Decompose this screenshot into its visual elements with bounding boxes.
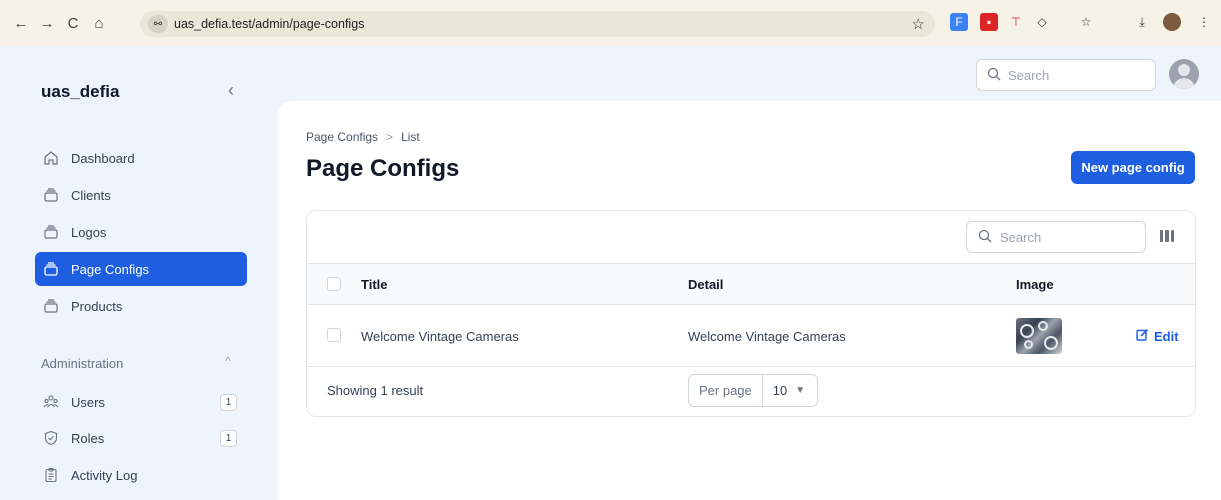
sidebar-item-label: Page Configs [71,261,150,277]
stack-icon [41,185,61,205]
search-icon [978,229,992,246]
profile-icon[interactable] [1163,13,1181,31]
sidebar-group-administration[interactable]: Administration [41,356,123,371]
browser-toolbar: ← → C ⌂ ⚯ uas_defia.test/admin/page-conf… [0,0,1221,46]
users-icon [41,392,61,412]
home-icon[interactable]: ⌂ [88,12,110,34]
clipboard-icon [41,465,61,485]
avatar-head [1178,64,1190,76]
extensions-puzzle-icon[interactable]: ◇ [1033,13,1051,31]
home-icon [41,148,61,168]
table-search-input[interactable]: Search [966,221,1146,253]
sidebar-item-label: Users [71,394,105,410]
sidebar-item-products[interactable]: Products [35,289,247,323]
table-row[interactable]: Welcome Vintage Cameras Welcome Vintage … [307,305,1195,367]
browser-nav: ← → C ⌂ [0,12,110,34]
chevron-up-icon[interactable]: ^ [225,354,231,368]
bookmark-star-icon[interactable]: ☆ [912,15,925,33]
shield-check-icon [41,428,61,448]
extension-pin-icon[interactable]: ⊤ [1007,13,1025,31]
back-icon[interactable]: ← [10,12,32,34]
forward-icon[interactable]: → [36,12,58,34]
sidebar-item-label: Dashboard [71,150,135,166]
menu-icon[interactable]: ⋮ [1195,13,1213,31]
sidebar-item-logos[interactable]: Logos [35,215,247,249]
count-badge: 1 [220,394,237,411]
sidebar-item-label: Activity Log [71,467,138,483]
column-header-title[interactable]: Title [361,277,388,292]
collapse-sidebar-icon[interactable]: ‹ [228,80,234,101]
extension-icon[interactable]: ▪ [980,13,998,31]
stack-icon [41,222,61,242]
sidebar-item-label: Logos [71,224,107,240]
reload-icon[interactable]: C [62,12,84,34]
edit-icon [1136,328,1149,344]
sidebar-item-activity-log[interactable]: Activity Log [35,458,247,492]
url-text[interactable]: uas_defia.test/admin/page-configs [174,17,364,31]
column-header-image[interactable]: Image [1016,277,1054,292]
row-checkbox[interactable] [327,328,341,342]
breadcrumb-page-configs[interactable]: Page Configs [306,130,378,144]
table-header: Title Detail Image [307,263,1195,305]
sidebar-item-label: Clients [71,187,111,203]
sidebar-item-users[interactable]: Users [35,385,247,419]
sidebar-item-label: Products [71,298,123,314]
per-page-label: Per page [689,375,763,406]
breadcrumb: Page Configs > List [306,130,420,144]
edit-label: Edit [1154,328,1179,344]
cameras-thumbnail [1016,318,1062,354]
sidebar-item-clients[interactable]: Clients [35,178,247,212]
edit-button[interactable]: Edit [1136,328,1179,344]
sidebar: uas_defia ‹ Dashboard Clients Logos Page… [0,46,278,500]
extension-icon[interactable]: F [950,13,968,31]
page-title: Page Configs [306,155,460,182]
new-page-config-button[interactable]: New page config [1071,151,1195,184]
search-placeholder: Search [1008,67,1050,83]
per-page-select[interactable]: Per page 10 ▼ [688,374,818,407]
breadcrumb-separator: > [386,130,394,144]
column-header-detail[interactable]: Detail [688,277,723,292]
brand-name[interactable]: uas_defia [41,82,119,102]
sidebar-item-roles[interactable]: Roles [35,421,247,455]
sidebar-item-dashboard[interactable]: Dashboard [35,141,247,175]
sidebar-item-label: Roles [71,430,105,446]
stack-icon [41,259,61,279]
results-count: Showing 1 result [327,383,424,398]
chevron-down-icon: ▼ [795,385,806,396]
breadcrumb-list: List [401,130,420,144]
count-badge: 1 [220,430,237,447]
search-icon [987,67,1001,84]
cell-detail: Welcome Vintage Cameras [688,329,846,344]
main-content: Page Configs > List Page Configs New pag… [278,101,1221,500]
table-card: Search Title Detail Image Welcome Vintag… [306,210,1196,417]
global-search-input[interactable]: Search [976,59,1156,91]
column-toggle-icon[interactable] [1160,230,1174,242]
sidebar-item-page-configs[interactable]: Page Configs [35,252,247,286]
search-placeholder: Search [1000,229,1042,245]
avatar-body [1173,78,1195,89]
select-all-checkbox[interactable] [327,277,341,291]
address-bar[interactable]: ⚯ uas_defia.test/admin/page-configs ☆ [140,11,935,37]
download-icon[interactable]: ⤓ [1133,13,1151,31]
site-info-icon[interactable]: ⚯ [148,15,168,33]
bookmarks-icon[interactable]: ☆ [1077,13,1095,31]
per-page-value: 10 [772,383,788,398]
stack-icon [41,296,61,316]
cell-title: Welcome Vintage Cameras [361,329,519,344]
user-avatar[interactable] [1169,59,1199,89]
